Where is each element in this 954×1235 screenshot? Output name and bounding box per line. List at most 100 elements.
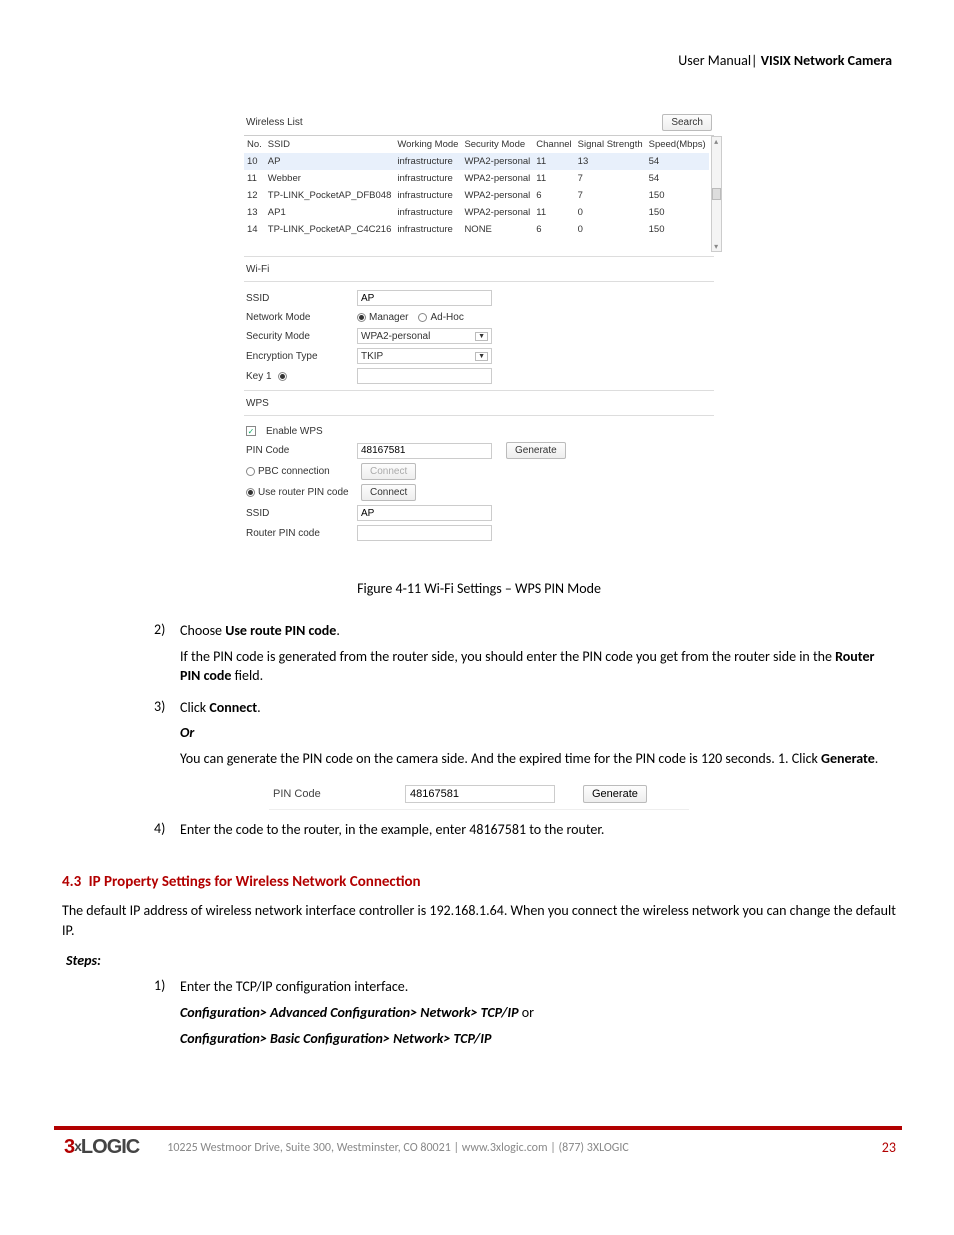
cell: WPA2-personal	[461, 170, 533, 187]
cell: AP1	[265, 204, 395, 221]
table-row[interactable]: 13 AP1 infrastructure WPA2-personal 11 0…	[244, 204, 709, 221]
step-text: Enter the TCP/IP configuration interface…	[180, 977, 896, 997]
connect-router-pin-button[interactable]: Connect	[361, 484, 416, 501]
ssid-input[interactable]	[357, 290, 492, 306]
col-ssid: SSID	[265, 136, 395, 153]
use-router-pin-radio[interactable]: Use router PIN code	[246, 487, 351, 498]
cell: TP-LINK_PocketAP_DFB048	[265, 187, 395, 204]
cell: WPA2-personal	[461, 153, 533, 170]
key1-input[interactable]	[357, 368, 492, 384]
cell: 150	[646, 187, 709, 204]
security-mode-select[interactable]: WPA2-personal ▼	[357, 328, 492, 344]
col-working-mode: Working Mode	[394, 136, 461, 153]
encryption-type-select[interactable]: TKIP ▼	[357, 348, 492, 364]
table-scrollbar[interactable]: ▴ ▾	[711, 136, 722, 252]
page-header: User Manual| VISIX Network Camera	[62, 52, 896, 69]
body-paragraph: The default IP address of wireless netwo…	[62, 901, 896, 940]
step-number: 2)	[154, 621, 180, 692]
scroll-down-icon[interactable]: ▾	[714, 242, 718, 251]
chevron-down-icon: ▼	[475, 352, 488, 361]
network-mode-manager-radio[interactable]: Manager	[357, 312, 408, 323]
step-text: Click Connect.	[180, 698, 896, 718]
cell: 11	[533, 170, 574, 187]
col-security-mode: Security Mode	[461, 136, 533, 153]
enable-wps-checkbox[interactable]: ✓	[246, 426, 256, 436]
section-heading: 4.3 IP Property Settings for Wireless Ne…	[62, 873, 896, 891]
col-speed: Speed(Mbps)	[646, 136, 709, 153]
cell: 12	[244, 187, 265, 204]
generate-button[interactable]: Generate	[583, 785, 647, 803]
pin-code-input[interactable]	[357, 443, 492, 459]
network-mode-adhoc-radio[interactable]: Ad-Hoc	[418, 312, 463, 323]
wps-ssid-input[interactable]	[357, 505, 492, 521]
step-text: If the PIN code is generated from the ro…	[180, 647, 896, 686]
cell: 11	[533, 204, 574, 221]
cell: TP-LINK_PocketAP_C4C216	[265, 221, 395, 238]
cell: WPA2-personal	[461, 187, 533, 204]
header-left: User Manual|	[678, 52, 757, 69]
wps-ssid-label: SSID	[246, 508, 351, 519]
security-mode-label: Security Mode	[246, 331, 351, 342]
divider	[269, 809, 689, 810]
page-number: 23	[882, 1139, 896, 1156]
table-row[interactable]: 12 TP-LINK_PocketAP_DFB048 infrastructur…	[244, 187, 709, 204]
cell: AP	[265, 153, 395, 170]
chevron-down-icon: ▼	[475, 332, 488, 341]
pin-code-label: PIN Code	[273, 788, 377, 800]
nav-path: Configuration> Advanced Configuration> N…	[180, 1003, 896, 1023]
scroll-thumb[interactable]	[712, 188, 721, 200]
or-label: Or	[180, 723, 896, 743]
cell: NONE	[461, 221, 533, 238]
wireless-list-table: No. SSID Working Mode Security Mode Chan…	[244, 136, 709, 238]
cell: 11	[244, 170, 265, 187]
table-row[interactable]: 14 TP-LINK_PocketAP_C4C216 infrastructur…	[244, 221, 709, 238]
table-header-row: No. SSID Working Mode Security Mode Chan…	[244, 136, 709, 153]
cell: 54	[646, 170, 709, 187]
step-text: Enter the code to the router, in the exa…	[180, 820, 896, 840]
cell: 7	[575, 187, 646, 204]
connect-pbc-button[interactable]: Connect	[361, 463, 416, 480]
section-number: 4.3	[62, 873, 81, 891]
pin-code-label: PIN Code	[246, 445, 351, 456]
pin-code-input[interactable]	[405, 785, 555, 803]
pbc-connection-radio[interactable]: PBC connection	[246, 466, 351, 477]
network-mode-label: Network Mode	[246, 312, 351, 323]
radio-label: Ad-Hoc	[430, 312, 463, 323]
cell: 54	[646, 153, 709, 170]
cell: 150	[646, 221, 709, 238]
col-signal-strength: Signal Strength	[575, 136, 646, 153]
select-value: TKIP	[361, 351, 383, 362]
router-pin-code-input[interactable]	[357, 525, 492, 541]
cell: 0	[575, 204, 646, 221]
router-pin-code-label: Router PIN code	[246, 528, 351, 539]
table-row[interactable]: 11 Webber infrastructure WPA2-personal 1…	[244, 170, 709, 187]
step-number: 1)	[154, 977, 180, 1054]
section-title: IP Property Settings for Wireless Networ…	[89, 873, 421, 891]
enable-wps-label: Enable WPS	[266, 426, 323, 437]
search-button[interactable]: Search	[662, 114, 712, 131]
logo: 3xLOGIC	[64, 1136, 139, 1159]
radio-label: Use router PIN code	[258, 487, 349, 498]
radio-label: PBC connection	[258, 466, 330, 477]
step-number: 4)	[154, 820, 180, 846]
key1-radio[interactable]	[278, 372, 287, 381]
cell: 14	[244, 221, 265, 238]
wireless-list-title: Wireless List	[246, 117, 303, 128]
wifi-section: Wi-Fi SSID Network Mode Manager Ad-Hoc S…	[244, 256, 714, 386]
cell: 10	[244, 153, 265, 170]
cell: infrastructure	[394, 221, 461, 238]
generate-button[interactable]: Generate	[506, 442, 566, 459]
cell: 11	[533, 153, 574, 170]
cell: 7	[575, 170, 646, 187]
table-row[interactable]: 10 AP infrastructure WPA2-personal 11 13…	[244, 153, 709, 170]
footer-rule	[54, 1126, 902, 1130]
select-value: WPA2-personal	[361, 331, 430, 342]
cell: 150	[646, 204, 709, 221]
cell: infrastructure	[394, 170, 461, 187]
scroll-up-icon[interactable]: ▴	[714, 137, 718, 146]
cell: 6	[533, 187, 574, 204]
page-footer: 3xLOGIC 10225 Westmoor Drive, Suite 300,…	[62, 1136, 896, 1159]
col-no: No.	[244, 136, 265, 153]
steps-label: Steps:	[66, 952, 896, 969]
cell: infrastructure	[394, 204, 461, 221]
